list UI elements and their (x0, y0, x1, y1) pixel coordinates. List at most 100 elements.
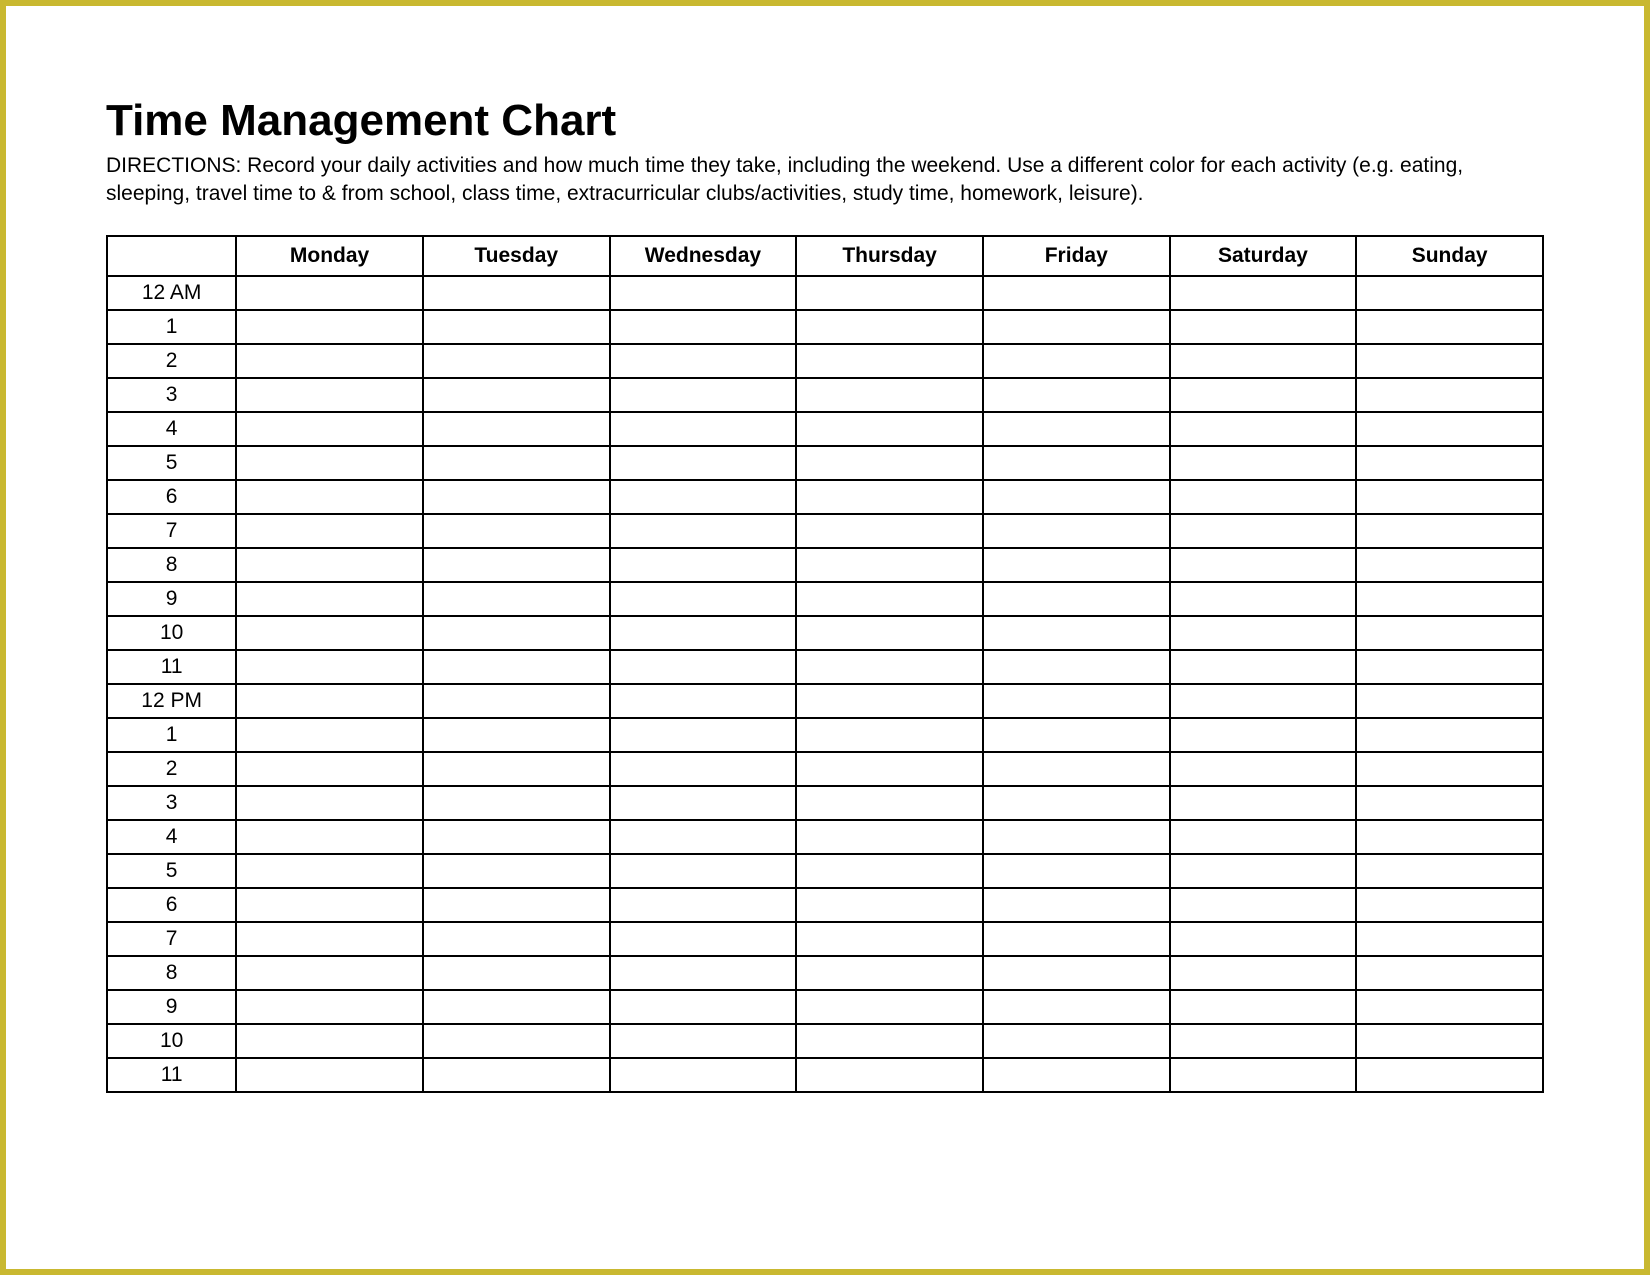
schedule-cell[interactable] (610, 956, 797, 990)
schedule-cell[interactable] (423, 344, 610, 378)
schedule-cell[interactable] (983, 752, 1170, 786)
schedule-cell[interactable] (983, 956, 1170, 990)
schedule-cell[interactable] (1356, 820, 1543, 854)
schedule-cell[interactable] (1356, 752, 1543, 786)
schedule-cell[interactable] (1170, 616, 1357, 650)
schedule-cell[interactable] (983, 1058, 1170, 1092)
schedule-cell[interactable] (1170, 412, 1357, 446)
schedule-cell[interactable] (1170, 956, 1357, 990)
schedule-cell[interactable] (236, 854, 423, 888)
schedule-cell[interactable] (1356, 548, 1543, 582)
schedule-cell[interactable] (796, 854, 983, 888)
schedule-cell[interactable] (796, 310, 983, 344)
schedule-cell[interactable] (1170, 480, 1357, 514)
schedule-cell[interactable] (983, 582, 1170, 616)
schedule-cell[interactable] (983, 1024, 1170, 1058)
schedule-cell[interactable] (983, 344, 1170, 378)
schedule-cell[interactable] (796, 650, 983, 684)
schedule-cell[interactable] (1356, 480, 1543, 514)
schedule-cell[interactable] (1170, 752, 1357, 786)
schedule-cell[interactable] (796, 344, 983, 378)
schedule-cell[interactable] (1356, 1024, 1543, 1058)
schedule-cell[interactable] (1356, 310, 1543, 344)
schedule-cell[interactable] (610, 412, 797, 446)
schedule-cell[interactable] (1170, 718, 1357, 752)
schedule-cell[interactable] (983, 684, 1170, 718)
schedule-cell[interactable] (236, 514, 423, 548)
schedule-cell[interactable] (236, 786, 423, 820)
schedule-cell[interactable] (1170, 820, 1357, 854)
schedule-cell[interactable] (983, 446, 1170, 480)
schedule-cell[interactable] (610, 514, 797, 548)
schedule-cell[interactable] (423, 786, 610, 820)
schedule-cell[interactable] (610, 548, 797, 582)
schedule-cell[interactable] (1356, 276, 1543, 310)
schedule-cell[interactable] (236, 922, 423, 956)
schedule-cell[interactable] (1170, 514, 1357, 548)
schedule-cell[interactable] (610, 1024, 797, 1058)
schedule-cell[interactable] (610, 922, 797, 956)
schedule-cell[interactable] (423, 378, 610, 412)
schedule-cell[interactable] (1170, 378, 1357, 412)
schedule-cell[interactable] (796, 786, 983, 820)
schedule-cell[interactable] (1356, 412, 1543, 446)
schedule-cell[interactable] (610, 310, 797, 344)
schedule-cell[interactable] (1170, 548, 1357, 582)
schedule-cell[interactable] (423, 956, 610, 990)
schedule-cell[interactable] (423, 582, 610, 616)
schedule-cell[interactable] (236, 1058, 423, 1092)
schedule-cell[interactable] (236, 310, 423, 344)
schedule-cell[interactable] (1356, 922, 1543, 956)
schedule-cell[interactable] (423, 752, 610, 786)
schedule-cell[interactable] (610, 378, 797, 412)
schedule-cell[interactable] (610, 446, 797, 480)
schedule-cell[interactable] (983, 888, 1170, 922)
schedule-cell[interactable] (796, 718, 983, 752)
schedule-cell[interactable] (983, 718, 1170, 752)
schedule-cell[interactable] (236, 582, 423, 616)
schedule-cell[interactable] (1170, 446, 1357, 480)
schedule-cell[interactable] (423, 718, 610, 752)
schedule-cell[interactable] (423, 446, 610, 480)
schedule-cell[interactable] (1170, 854, 1357, 888)
schedule-cell[interactable] (983, 922, 1170, 956)
schedule-cell[interactable] (796, 446, 983, 480)
schedule-cell[interactable] (983, 820, 1170, 854)
schedule-cell[interactable] (796, 616, 983, 650)
schedule-cell[interactable] (1170, 276, 1357, 310)
schedule-cell[interactable] (423, 1024, 610, 1058)
schedule-cell[interactable] (983, 310, 1170, 344)
schedule-cell[interactable] (610, 276, 797, 310)
schedule-cell[interactable] (796, 480, 983, 514)
schedule-cell[interactable] (610, 480, 797, 514)
schedule-cell[interactable] (1356, 650, 1543, 684)
schedule-cell[interactable] (983, 514, 1170, 548)
schedule-cell[interactable] (796, 378, 983, 412)
schedule-cell[interactable] (423, 310, 610, 344)
schedule-cell[interactable] (236, 276, 423, 310)
schedule-cell[interactable] (236, 412, 423, 446)
schedule-cell[interactable] (1356, 1058, 1543, 1092)
schedule-cell[interactable] (796, 820, 983, 854)
schedule-cell[interactable] (610, 786, 797, 820)
schedule-cell[interactable] (983, 378, 1170, 412)
schedule-cell[interactable] (236, 548, 423, 582)
schedule-cell[interactable] (796, 1024, 983, 1058)
schedule-cell[interactable] (796, 956, 983, 990)
schedule-cell[interactable] (236, 820, 423, 854)
schedule-cell[interactable] (983, 650, 1170, 684)
schedule-cell[interactable] (236, 616, 423, 650)
schedule-cell[interactable] (236, 888, 423, 922)
schedule-cell[interactable] (796, 922, 983, 956)
schedule-cell[interactable] (236, 718, 423, 752)
schedule-cell[interactable] (610, 820, 797, 854)
schedule-cell[interactable] (423, 990, 610, 1024)
schedule-cell[interactable] (1356, 684, 1543, 718)
schedule-cell[interactable] (610, 990, 797, 1024)
schedule-cell[interactable] (423, 514, 610, 548)
schedule-cell[interactable] (983, 412, 1170, 446)
schedule-cell[interactable] (1170, 1058, 1357, 1092)
schedule-cell[interactable] (236, 378, 423, 412)
schedule-cell[interactable] (1356, 514, 1543, 548)
schedule-cell[interactable] (610, 718, 797, 752)
